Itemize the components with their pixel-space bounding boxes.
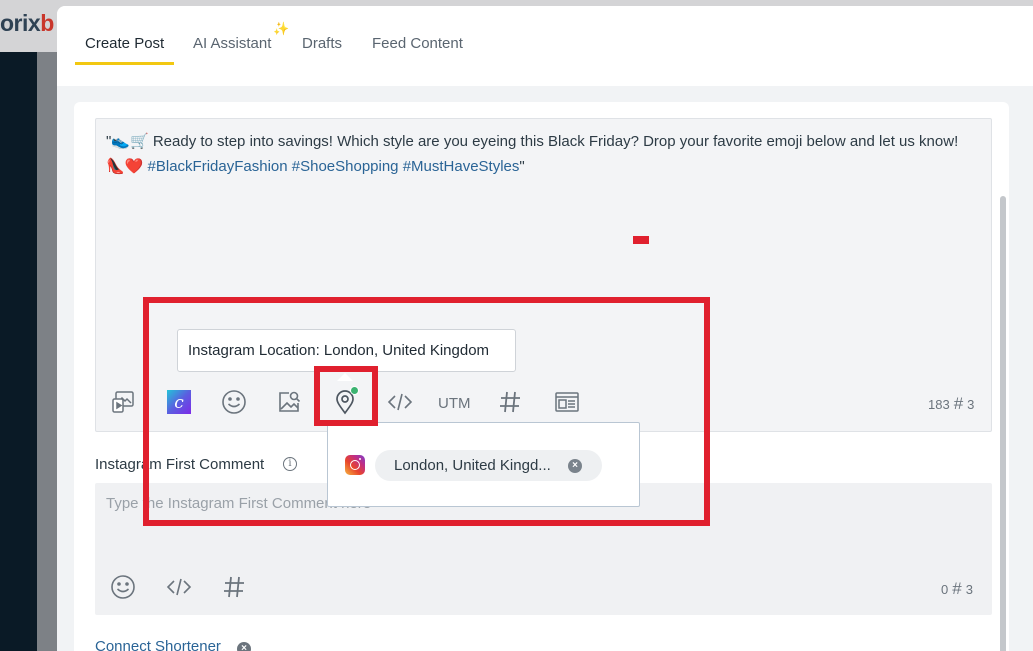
post-character-counter: 183 # 3	[928, 394, 974, 414]
hashtag-icon[interactable]	[495, 387, 525, 417]
close-icon[interactable]: ×	[237, 642, 251, 651]
info-icon[interactable]: i	[283, 457, 297, 471]
hashtag-counter-icon: #	[952, 579, 962, 598]
code-icon[interactable]	[385, 387, 415, 417]
tab-drafts[interactable]: Drafts	[302, 35, 342, 52]
post-editor[interactable]: "👟🛒 Ready to step into savings! Which st…	[95, 118, 992, 432]
svg-text:c: c	[174, 393, 184, 413]
cursor-marker	[633, 236, 649, 244]
emoji-icon[interactable]	[108, 572, 138, 602]
canva-icon[interactable]: c	[164, 387, 194, 417]
emoji-icon[interactable]	[219, 387, 249, 417]
scrollbar-thumb[interactable]	[1000, 196, 1006, 651]
utm-button[interactable]: UTM	[438, 395, 471, 412]
location-dropdown: London, United Kingd... ×	[327, 422, 640, 507]
post-text[interactable]: "👟🛒 Ready to step into savings! Which st…	[106, 129, 976, 179]
comment-character-counter: 0 # 3	[941, 579, 973, 599]
tab-ai-assistant[interactable]: AI Assistant	[193, 35, 271, 52]
sparkle-icon: ✨	[273, 21, 290, 36]
app-logo: orixb	[0, 10, 54, 36]
hashtag-count: 3	[967, 396, 975, 412]
char-count: 0	[941, 581, 949, 597]
modal-header: Create Post AI Assistant ✨ Drafts Feed C…	[57, 6, 1033, 86]
first-comment-label: Instagram First Comment	[95, 456, 265, 473]
background-sidebar	[0, 52, 37, 651]
location-chip-label: London, United Kingd...	[394, 457, 551, 474]
tab-feed-content[interactable]: Feed Content	[372, 35, 463, 52]
create-post-modal: Create Post AI Assistant ✨ Drafts Feed C…	[57, 6, 1033, 651]
active-tab-indicator	[75, 62, 174, 65]
location-chip[interactable]: London, United Kingd... ×	[375, 450, 602, 481]
tab-create-post[interactable]: Create Post	[85, 35, 164, 52]
connect-shortener-link[interactable]: Connect Shortener	[95, 638, 221, 651]
instagram-icon	[345, 455, 365, 475]
code-icon[interactable]	[164, 572, 194, 602]
hashtag-icon[interactable]	[219, 572, 249, 602]
hashtag-count: 3	[965, 581, 973, 597]
location-active-dot	[350, 386, 359, 395]
dropdown-caret	[337, 373, 353, 381]
template-icon[interactable]	[552, 387, 582, 417]
char-count: 183	[928, 396, 950, 412]
hashtag-counter-icon: #	[953, 394, 964, 413]
location-tooltip: Instagram Location: London, United Kingd…	[177, 329, 516, 372]
post-hashtags: #BlackFridayFashion #ShoeShopping #MustH…	[147, 158, 520, 175]
media-library-icon[interactable]	[108, 387, 138, 417]
remove-location-icon[interactable]: ×	[568, 459, 582, 473]
image-search-icon[interactable]	[274, 387, 304, 417]
background-overlay-strip	[37, 52, 57, 651]
